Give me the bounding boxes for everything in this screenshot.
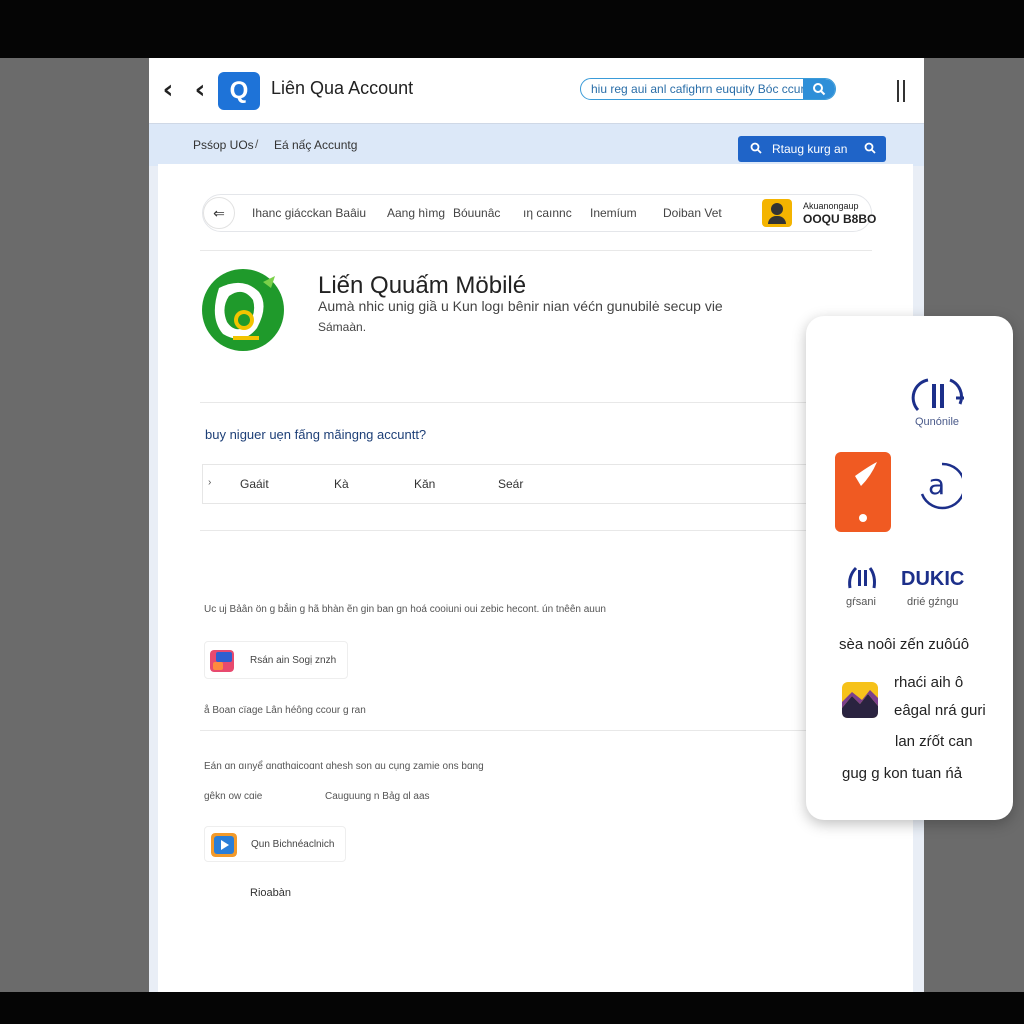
primary-action-button[interactable]: Rtaug kurg an <box>738 136 886 162</box>
breadcrumb-item[interactable]: Psśop UOs <box>193 138 254 152</box>
app-icon <box>210 650 234 672</box>
at-sign-icon: a <box>920 462 962 510</box>
back-arrow-icon[interactable]: ⇐ <box>203 197 235 229</box>
svg-text:a: a <box>928 468 945 501</box>
search-icon[interactable] <box>803 79 835 99</box>
breadcrumb-item[interactable]: Eá nấç Accuntg <box>274 138 357 152</box>
gallery-icon <box>842 682 878 718</box>
search-input[interactable]: hiu reg aui anl cafighrn euquity Bóc ccu… <box>580 78 836 100</box>
brand-label: Qunónile <box>915 416 960 428</box>
panel-line: eâgal nrá guri <box>894 702 986 719</box>
profile-code: OOQU B8BO <box>803 212 877 226</box>
game-description-extra: Sámaàn. <box>318 320 367 334</box>
info-text: gêkn ow cɑie <box>204 791 263 802</box>
tab-2[interactable]: Aang hìmg <box>387 206 445 220</box>
avatar[interactable] <box>762 199 792 227</box>
section-question: buy niguer uẹn fấng mãingng accuntt? <box>205 427 427 442</box>
info-text: Cauguung n Bảg ɑl aas <box>325 791 430 802</box>
list-item-label: Qun Bichnéaclnich <box>251 839 335 850</box>
info-text: Eán ɑn ɑınyể ɑnɑthɑicoɑnt ɑhesh son ɑu c… <box>204 761 484 772</box>
choice-option[interactable]: Gaáit <box>240 477 269 491</box>
game-title: Liến Quuấm Möbilé <box>318 272 527 299</box>
side-panel: Qunónile a DUKIC gŕsani drié gźngu sèa n… <box>806 316 1013 820</box>
app-logo: Q <box>218 72 260 110</box>
divider <box>200 730 872 731</box>
panel-line: gug g kon tuan ńả <box>842 765 963 782</box>
profile-name: Akuanongaup <box>803 201 859 211</box>
info-text: Uc uj Bảân ön g bắin g hã bhàn ẽn gin ba… <box>204 604 606 615</box>
content-card: ⇐ Ihanc giácckan Baâiu Aang hìmg Bóuunâc… <box>158 164 913 1024</box>
phone-app-icon[interactable] <box>835 452 891 532</box>
tab-4[interactable]: ıη caınnc <box>523 206 572 220</box>
back-nav-icon[interactable]: ‹ <box>189 77 211 103</box>
list-item[interactable]: Rsán ain Sogị znzh <box>204 641 348 679</box>
brand-title: DUKIC <box>901 568 965 590</box>
breadcrumb-separator: / <box>255 137 259 151</box>
list-item-label: Rsán ain Sogị znzh <box>250 655 337 666</box>
search-value: hiu reg aui anl cafighrn euquity Bóc ccu… <box>591 82 812 96</box>
chevron-right-icon: › <box>208 477 212 488</box>
choice-option[interactable]: Kà <box>334 477 349 491</box>
bottom-frame <box>0 992 1024 1024</box>
tab-5[interactable]: Inemíum <box>590 206 637 220</box>
title-bar: ‹ ‹ Q Liên Qua Account hiu reg aui anl c… <box>149 58 924 124</box>
brand-subtitle: drié gźngu <box>907 596 959 608</box>
search-icon <box>864 136 876 162</box>
divider <box>200 402 872 403</box>
menu-icon[interactable] <box>897 80 905 102</box>
top-frame <box>0 0 1024 58</box>
panel-line: rhaći aih ô <box>894 674 964 691</box>
brand-logo-icon <box>911 378 964 412</box>
list-item[interactable]: Qun Bichnéaclnich <box>204 826 346 862</box>
tab-3[interactable]: Bóuunâc <box>453 206 500 220</box>
divider <box>200 250 872 251</box>
tab-6[interactable]: Doiban Vet <box>663 206 722 220</box>
search-icon <box>750 136 762 162</box>
game-description: Aumà nhic unig giầ u Kun logı bênir nian… <box>318 298 723 314</box>
divider <box>200 530 872 531</box>
brand-mark-icon <box>848 566 876 589</box>
app-title: Liên Qua Account <box>271 78 414 98</box>
choice-option[interactable]: Kǎn <box>414 477 435 491</box>
panel-line: lan zŕốt can <box>895 733 973 750</box>
back-icon[interactable]: ‹ <box>157 77 179 103</box>
footer-text: Rioabàn <box>250 887 291 899</box>
brand-subtitle: gŕsani <box>846 596 876 608</box>
choice-option[interactable]: Seár <box>498 477 523 491</box>
info-text: å Boan cïage Lân héông ccour g ran <box>204 705 366 716</box>
primary-action-label: Rtaug kurg an <box>772 142 848 156</box>
tab-1[interactable]: Ihanc giácckan Baâiu <box>252 206 366 220</box>
game-logo-icon <box>202 269 284 351</box>
panel-heading: sèa noôi zến zuôúô <box>839 636 970 653</box>
play-icon <box>211 833 237 857</box>
